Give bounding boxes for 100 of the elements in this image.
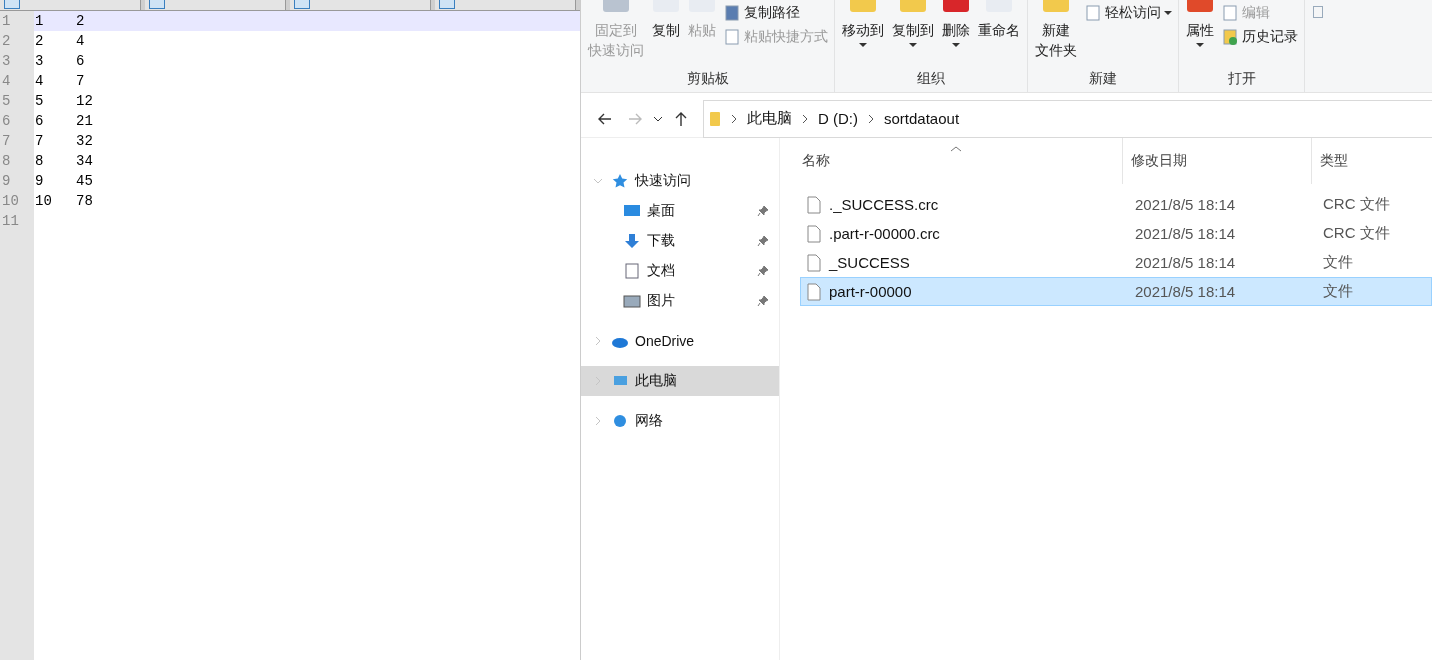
nav-item[interactable]: 桌面 xyxy=(581,196,779,226)
nav-icon xyxy=(623,263,641,279)
code-text: 34 xyxy=(76,152,94,171)
ribbon-icon xyxy=(900,0,926,12)
code-text: 78 xyxy=(76,192,94,211)
nav-item[interactable]: 此电脑 xyxy=(581,366,779,396)
ribbon-group-label: 新建 xyxy=(1088,70,1118,88)
file-type: CRC 文件 xyxy=(1322,224,1391,243)
ribbon-button[interactable]: 轻松访问 xyxy=(1082,2,1174,24)
code-text: 5 xyxy=(35,92,45,111)
line-number: 10 xyxy=(1,192,20,211)
ribbon-button[interactable]: 重命名 xyxy=(975,0,1023,40)
editor-tab[interactable] xyxy=(435,0,576,10)
code-text: 6 xyxy=(35,112,45,131)
ribbon-icon xyxy=(1221,28,1239,46)
nav-item[interactable]: 快速访问 xyxy=(581,166,779,196)
nav-icon xyxy=(623,203,641,219)
nav-item[interactable]: 文档 xyxy=(581,256,779,286)
column-header[interactable]: 类型 xyxy=(1312,138,1432,184)
dropdown-arrow-icon xyxy=(952,42,960,48)
file-row[interactable]: part-r-00000 2021/8/5 18:14 文件 xyxy=(800,277,1432,306)
file-row[interactable]: _SUCCESS 2021/8/5 18:14 文件 xyxy=(800,248,1432,277)
ribbon-button[interactable]: 复制到 xyxy=(889,0,937,48)
line-number: 2 xyxy=(1,32,12,51)
code-text: 4 xyxy=(76,32,86,51)
code-text: 6 xyxy=(76,52,86,71)
file-date: 2021/8/5 18:14 xyxy=(1134,254,1237,271)
ribbon-icon xyxy=(1043,0,1069,12)
ribbon-button[interactable]: 复制 xyxy=(649,0,683,40)
file-name: ._SUCCESS.crc xyxy=(829,196,939,213)
ribbon-button[interactable]: 移动到 xyxy=(839,0,887,48)
file-row[interactable]: .part-r-00000.crc 2021/8/5 18:14 CRC 文件 xyxy=(800,219,1432,248)
nav-icon xyxy=(623,233,641,249)
dropdown-arrow-icon xyxy=(1164,10,1172,16)
file-row[interactable]: ._SUCCESS.crc 2021/8/5 18:14 CRC 文件 xyxy=(800,190,1432,219)
file-name: part-r-00000 xyxy=(829,283,912,300)
file-icon xyxy=(807,282,821,301)
ribbon-icon xyxy=(1084,4,1102,22)
file-icon xyxy=(807,195,821,214)
file-name: .part-r-00000.crc xyxy=(829,225,940,242)
ribbon-icon xyxy=(1313,6,1323,18)
up-arrow-icon[interactable] xyxy=(673,110,689,127)
ribbon-group-label: 剪贴板 xyxy=(685,70,730,88)
ribbon-icon xyxy=(1187,0,1213,12)
nav-item[interactable]: 图片 xyxy=(581,286,779,316)
dropdown-arrow-icon xyxy=(909,42,917,48)
line-number: 9 xyxy=(1,172,12,191)
ribbon-button[interactable]: 删除 xyxy=(939,0,973,48)
code-text: 3 xyxy=(35,52,45,71)
address-bar[interactable]: 此电脑 D (D:) sortdataout xyxy=(703,99,1432,138)
nav-icon xyxy=(611,173,629,189)
ribbon-icon xyxy=(723,4,741,22)
line-number: 4 xyxy=(1,72,12,91)
code-text: 7 xyxy=(76,72,86,91)
code-text: 9 xyxy=(35,172,45,191)
nav-item[interactable]: 下载 xyxy=(581,226,779,256)
dropdown-arrow-icon xyxy=(1196,42,1204,48)
ribbon-button[interactable]: 复制路径 xyxy=(721,2,830,24)
ribbon-button[interactable]: 历史记录 xyxy=(1219,26,1300,48)
chevron-icon[interactable] xyxy=(591,176,605,186)
ribbon-group-label: 组织 xyxy=(916,70,946,88)
line-number: 11 xyxy=(1,212,20,231)
file-type: 文件 xyxy=(1322,282,1354,301)
code-text: 7 xyxy=(35,132,45,151)
code-text: 8 xyxy=(35,152,45,171)
line-number: 7 xyxy=(1,132,12,151)
dropdown-arrow-icon xyxy=(859,42,867,48)
ribbon-icon xyxy=(943,0,969,12)
nav-icon xyxy=(611,413,629,429)
ribbon-icon xyxy=(603,0,629,12)
breadcrumb-item[interactable]: 此电脑 xyxy=(747,109,792,128)
ribbon-icon xyxy=(1221,4,1239,22)
editor-tab[interactable] xyxy=(290,0,431,10)
ribbon-button[interactable]: 属性 xyxy=(1183,0,1217,48)
file-type: CRC 文件 xyxy=(1322,195,1391,214)
nav-icon xyxy=(623,293,641,309)
line-number: 5 xyxy=(1,92,12,111)
code-text: 21 xyxy=(76,112,94,131)
chevron-right-icon xyxy=(801,113,809,124)
breadcrumb-item[interactable]: D (D:) xyxy=(818,110,858,127)
nav-item[interactable]: OneDrive xyxy=(581,326,779,356)
column-header[interactable]: 修改日期 xyxy=(1123,138,1312,184)
file-date: 2021/8/5 18:14 xyxy=(1134,196,1237,213)
file-name: _SUCCESS xyxy=(829,254,910,271)
code-text: 10 xyxy=(35,192,53,211)
code-text: 1 xyxy=(35,12,45,31)
editor-tab[interactable] xyxy=(0,0,141,10)
ribbon-button[interactable]: 新建 文件夹 xyxy=(1032,0,1080,60)
file-icon xyxy=(807,224,821,243)
code-text: 45 xyxy=(76,172,94,191)
chevron-right-icon xyxy=(730,113,738,124)
breadcrumb-item[interactable]: sortdataout xyxy=(884,110,960,127)
chevron-right-icon xyxy=(867,113,875,124)
file-icon xyxy=(807,253,821,272)
nav-item[interactable]: 网络 xyxy=(581,406,779,436)
editor-tab[interactable] xyxy=(145,0,286,10)
column-header[interactable]: 名称 xyxy=(800,138,1123,184)
code-text: 32 xyxy=(76,132,94,151)
ribbon-icon xyxy=(723,28,741,46)
code-text: 2 xyxy=(76,12,86,31)
